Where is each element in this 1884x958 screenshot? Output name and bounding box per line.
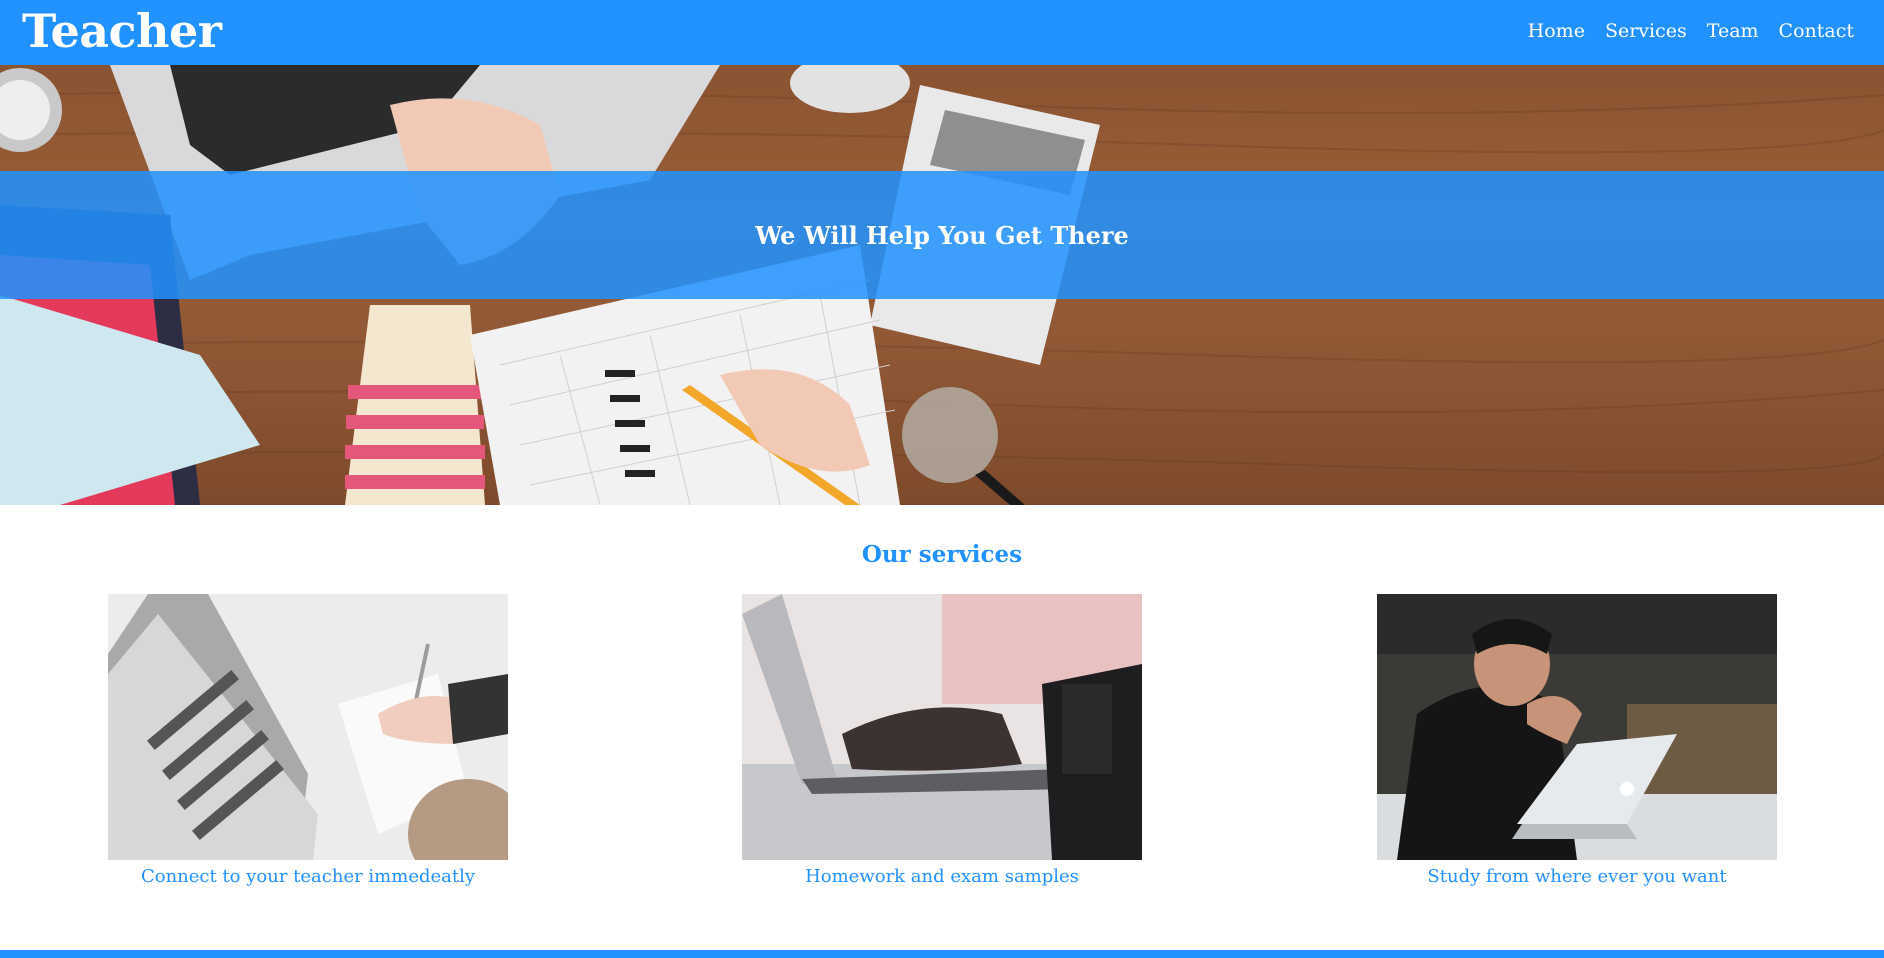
- nav-team[interactable]: Team: [1707, 20, 1759, 42]
- hero-tagline: We Will Help You Get There: [755, 220, 1129, 250]
- nav-contact[interactable]: Contact: [1779, 20, 1854, 42]
- service-image-typing: [742, 594, 1142, 860]
- hero-banner: We Will Help You Get There: [0, 171, 1884, 299]
- nav-services[interactable]: Services: [1605, 20, 1687, 42]
- service-image-laptop-writing: [108, 594, 508, 860]
- service-caption: Homework and exam samples: [805, 866, 1079, 887]
- nav-home[interactable]: Home: [1528, 20, 1585, 42]
- service-caption: Study from where ever you want: [1427, 866, 1727, 887]
- services-heading: Our services: [861, 541, 1023, 568]
- service-card-homework[interactable]: Homework and exam samples: [742, 594, 1142, 890]
- service-caption: Connect to your teacher immedeatly: [140, 866, 476, 887]
- service-card-study[interactable]: Study from where ever you want: [1377, 594, 1777, 890]
- brand-logo[interactable]: Teacher: [22, 2, 222, 60]
- main-nav: Home Services Team Contact: [1528, 0, 1854, 62]
- service-image-student-laptop: [1377, 594, 1777, 860]
- hero-section: We Will Help You Get There: [0, 65, 1884, 505]
- service-card-connect[interactable]: Connect to your teacher immedeatly: [108, 594, 508, 890]
- footer-bar: [0, 950, 1884, 958]
- site-header: Teacher Home Services Team Contact: [0, 0, 1884, 65]
